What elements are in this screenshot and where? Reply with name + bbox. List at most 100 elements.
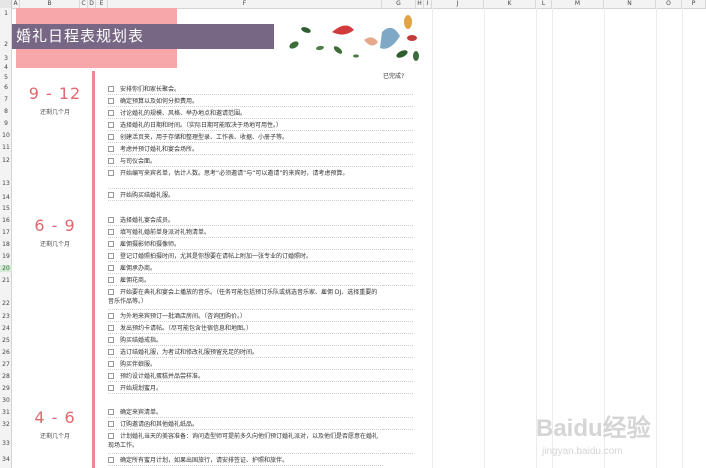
checkbox-icon[interactable]: [108, 228, 114, 235]
task-row[interactable]: 填写婚礼婚前单身派对礼物清单。: [108, 226, 383, 238]
task-row[interactable]: 订购邀请函和其他婚礼纸品。: [108, 418, 383, 430]
checkbox-icon[interactable]: [108, 312, 114, 319]
task-row[interactable]: 计划婚礼当天的美容准备：询问造型师可提前多久向他们预订婚礼派对，以及他们是否愿意…: [108, 430, 383, 454]
done-cell[interactable]: [383, 381, 413, 382]
row-header[interactable]: 11: [0, 144, 12, 151]
done-cell[interactable]: [383, 333, 413, 334]
row-header[interactable]: 23: [0, 313, 12, 320]
checkbox-icon[interactable]: [108, 216, 114, 223]
task-row[interactable]: 确定来宾清单。: [108, 406, 383, 418]
done-cell[interactable]: [383, 94, 413, 95]
task-row[interactable]: 选订结婚礼服，为者试和修改礼服预留充足的时间。: [108, 346, 383, 358]
row-header[interactable]: 14: [0, 194, 12, 201]
checkbox-icon[interactable]: [108, 432, 114, 439]
column-header-f[interactable]: F: [108, 0, 382, 8]
checkbox-icon[interactable]: [108, 348, 114, 355]
task-row[interactable]: 为外地来宾预订一批酒店房间。（咨询团购价。）: [108, 310, 383, 322]
row-header[interactable]: 31: [0, 409, 12, 416]
done-cell[interactable]: [383, 249, 413, 250]
checkbox-icon[interactable]: [108, 252, 114, 259]
checkbox-icon[interactable]: [108, 384, 114, 391]
checkbox-icon[interactable]: [108, 145, 114, 152]
done-cell[interactable]: [383, 285, 413, 286]
column-header-n[interactable]: N: [604, 0, 656, 8]
done-cell[interactable]: [383, 166, 413, 167]
checkbox-icon[interactable]: [108, 169, 114, 176]
row-header[interactable]: 10: [0, 132, 12, 139]
task-row[interactable]: 预约设计婚礼蛋糕并品尝样准。: [108, 370, 383, 382]
row-header[interactable]: 30: [0, 397, 12, 404]
row-header[interactable]: 29: [0, 385, 12, 392]
checkbox-icon[interactable]: [108, 336, 114, 343]
task-row[interactable]: 选择婚礼宴会成员。: [108, 214, 383, 226]
row-header[interactable]: 16: [0, 217, 12, 224]
done-cell[interactable]: [383, 142, 413, 143]
column-header-b[interactable]: B: [20, 0, 80, 8]
row-header[interactable]: 8: [0, 108, 12, 115]
checkbox-icon[interactable]: [108, 420, 114, 427]
done-cell[interactable]: [383, 393, 413, 394]
row-header[interactable]: 22: [0, 300, 12, 307]
column-header-d[interactable]: D: [88, 0, 96, 8]
column-header-e[interactable]: E: [96, 0, 108, 8]
task-row[interactable]: 选择婚礼的日期和时间。（实际日期可能取决于场地可用性。）: [108, 119, 383, 131]
task-row[interactable]: 考虑并预订婚礼和宴会场所。: [108, 143, 383, 155]
checkbox-icon[interactable]: [108, 276, 114, 283]
column-header-k[interactable]: K: [484, 0, 536, 8]
row-header[interactable]: 21: [0, 277, 12, 284]
done-cell[interactable]: [383, 273, 413, 274]
done-cell[interactable]: [383, 225, 413, 226]
done-cell[interactable]: [383, 188, 413, 189]
done-cell[interactable]: [383, 309, 413, 310]
row-header[interactable]: 32: [0, 421, 12, 428]
task-row[interactable]: 确定所有蜜月计划，如果出国旅行，请安排签证、护照和旅伴。: [108, 454, 383, 466]
column-header-c[interactable]: C: [80, 0, 88, 8]
done-cell[interactable]: [383, 261, 413, 262]
row-header[interactable]: 28: [0, 373, 12, 380]
column-header-h[interactable]: H: [416, 0, 424, 8]
column-header-i[interactable]: I: [424, 0, 432, 8]
column-header-o[interactable]: O: [656, 0, 682, 8]
done-cell[interactable]: [383, 429, 413, 430]
done-cell[interactable]: [383, 345, 413, 346]
task-row[interactable]: 开始规划蜜月。: [108, 382, 383, 394]
task-row[interactable]: 登记订婚照拍摄时间，尤其是你想要在请帖上附加一张专业的订婚照时。: [108, 250, 383, 262]
task-row[interactable]: 开始要在典礼和宴会上播放的音乐。（任务可能包括预订乐队或挑选音乐家、雇佣 DJ、…: [108, 286, 383, 310]
row-header-selected[interactable]: 20: [0, 265, 12, 272]
row-header[interactable]: 6: [0, 84, 12, 91]
row-header[interactable]: 18: [0, 241, 12, 248]
task-row[interactable]: 确定预算以及如何分担费用。: [108, 95, 383, 107]
task-row[interactable]: 雇佣花商。: [108, 274, 383, 286]
task-row[interactable]: 讨论婚礼的规模、风格、举办地点和邀请范围。: [108, 107, 383, 119]
checkbox-icon[interactable]: [108, 157, 114, 164]
task-row[interactable]: 开始购买结婚礼服。: [108, 189, 383, 201]
row-header[interactable]: 24: [0, 325, 12, 332]
row-header[interactable]: 26: [0, 349, 12, 356]
done-cell[interactable]: [383, 453, 413, 454]
checkbox-icon[interactable]: [108, 324, 114, 331]
row-header[interactable]: 1: [0, 10, 12, 17]
task-row[interactable]: 安排你们和家长聚会。: [108, 83, 383, 95]
task-row[interactable]: 雇佣摄影师和摄像师。: [108, 238, 383, 250]
checkbox-icon[interactable]: [108, 264, 114, 271]
done-cell[interactable]: [383, 130, 413, 131]
done-cell[interactable]: [383, 200, 413, 201]
row-header[interactable]: 5: [0, 74, 12, 81]
checkbox-icon[interactable]: [108, 133, 114, 140]
row-header[interactable]: 12: [0, 157, 12, 164]
task-row[interactable]: 与司仪会面。: [108, 155, 383, 167]
row-header[interactable]: 17: [0, 229, 12, 236]
checkbox-icon[interactable]: [108, 240, 114, 247]
row-header[interactable]: 19: [0, 253, 12, 260]
done-cell[interactable]: [383, 369, 413, 370]
row-header[interactable]: 9: [0, 120, 12, 127]
task-row[interactable]: 雇佣承办商。: [108, 262, 383, 274]
column-header-m[interactable]: M: [552, 0, 604, 8]
checkbox-icon[interactable]: [108, 372, 114, 379]
done-cell[interactable]: [383, 417, 413, 418]
row-header[interactable]: 3: [0, 55, 12, 62]
done-cell[interactable]: [383, 357, 413, 358]
done-cell[interactable]: [383, 154, 413, 155]
done-cell[interactable]: [383, 118, 413, 119]
done-cell[interactable]: [383, 237, 413, 238]
